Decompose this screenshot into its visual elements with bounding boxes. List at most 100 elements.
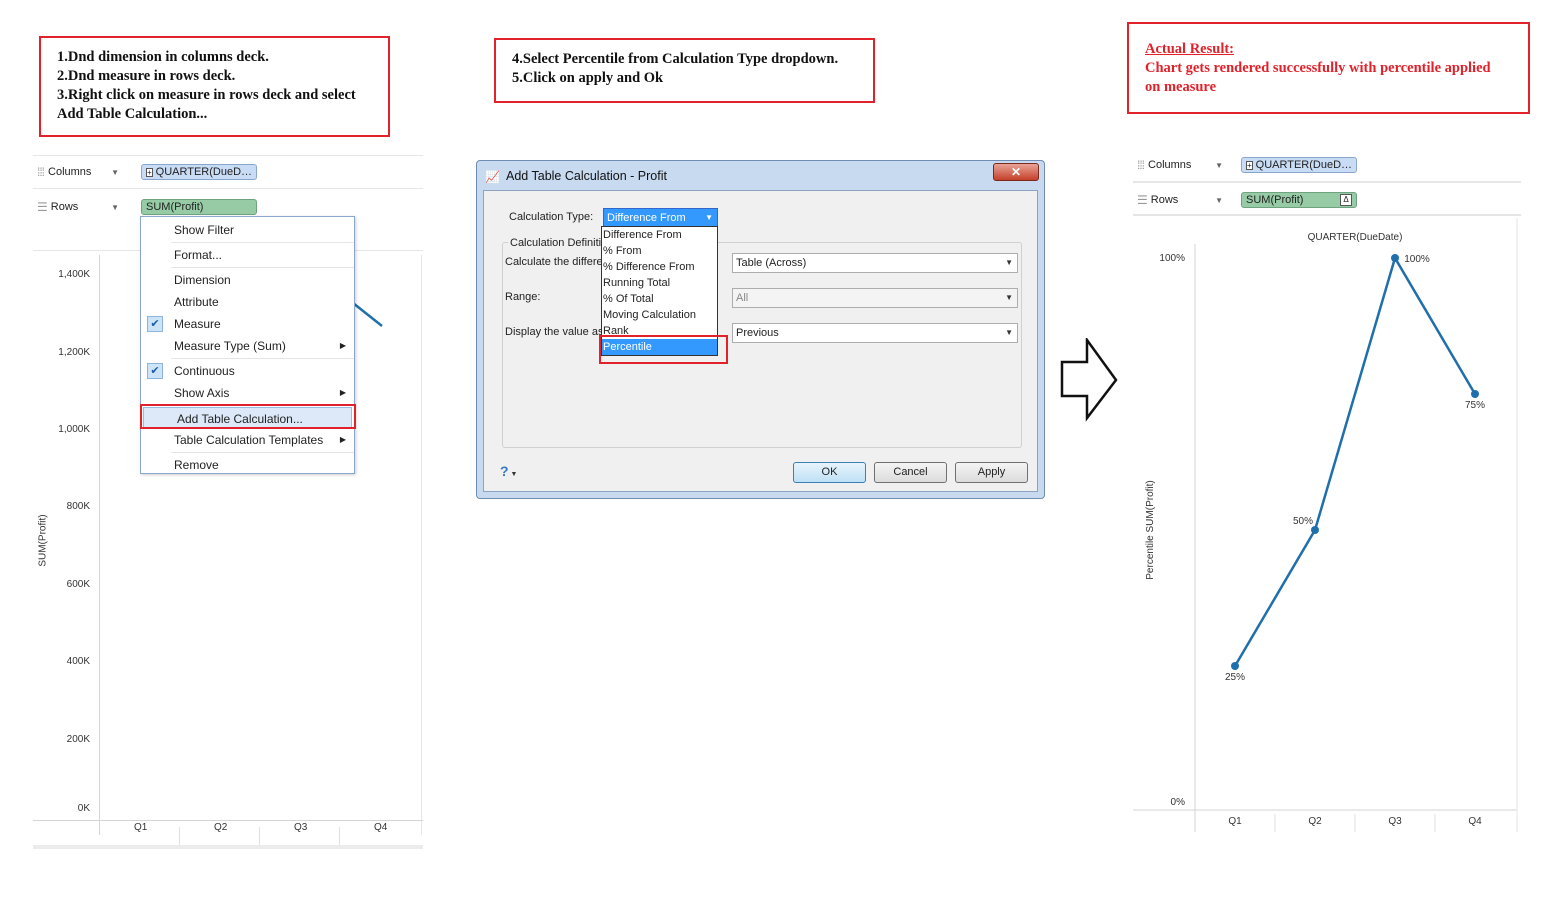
y-axis-tick: 400K [66,656,90,667]
note-line: Add Table Calculation... [57,106,208,122]
rows-pill-sum-profit[interactable]: SUM(Profit) Δ [1241,192,1357,208]
add-table-calculation-dialog: 📈 Add Table Calculation - Profit ✕ Calcu… [476,160,1045,499]
columns-pill-quarter[interactable]: + QUARTER(DueD… [141,164,257,180]
rows-grip-icon: ☰ [37,200,48,214]
x-axis-tick: Q1 [1228,816,1242,827]
cancel-button[interactable]: Cancel [874,462,947,483]
chevron-down-icon: ▼ [705,213,713,222]
expand-icon[interactable]: + [146,167,153,177]
x-axis-tick: Q3 [294,822,308,833]
x-axis-tick: Q2 [214,822,228,833]
highlight-percentile-option [599,335,728,364]
rows-shelf-label[interactable]: ☰ Rows ▼ [1133,187,1229,213]
columns-grip-icon: ⁞⁞⁞ [1137,158,1145,172]
menu-item-remove[interactable]: Remove [141,454,354,476]
display-value-dropdown[interactable]: Previous ▼ [732,323,1018,343]
chart-title: QUARTER(DueDate) [1308,232,1403,243]
menu-item-measure[interactable]: ✔ Measure [141,313,354,335]
menu-item-show-axis[interactable]: Show Axis ▶ [141,382,354,404]
check-icon: ✔ [147,316,163,332]
apply-button[interactable]: Apply [955,462,1028,483]
context-menu: Show Filter Format... Dimension Attribute ✔ M… [140,216,355,474]
chevron-right-icon: ▶ [339,341,346,350]
menu-item-measure-type-sum[interactable]: Measure Type (Sum) ▶ [141,335,354,357]
data-label: 50% [1293,516,1313,527]
menu-item-dimension[interactable]: Dimension [141,269,354,291]
help-button[interactable]: ? ▼ [500,463,517,479]
rows-pill-sum-profit[interactable]: SUM(Profit) [141,199,257,215]
chevron-down-icon[interactable]: ▼ [1215,161,1223,170]
calc-type-option[interactable]: % From [602,243,717,259]
ok-button[interactable]: OK [793,462,866,483]
menu-item-continuous[interactable]: ✔ Continuous [141,360,354,382]
expand-icon[interactable]: + [1246,160,1253,170]
note-line: 4.Select Percentile from Calculation Typ… [512,51,839,67]
check-icon: ✔ [147,363,163,379]
columns-shelf-label[interactable]: ⁞⁞⁞ Columns ▼ [33,159,125,185]
columns-pill-quarter[interactable]: + QUARTER(DueD… [1241,157,1357,173]
highlight-add-table-calculation [140,404,356,429]
data-label: 25% [1225,672,1245,683]
chevron-down-icon[interactable]: ▼ [111,203,119,212]
dialog-body: Calculation Type: Difference From ▼ Calcu… [483,190,1038,492]
note-line: 5.Click on apply and Ok [512,70,664,86]
x-axis-tick: Q1 [134,822,148,833]
menu-separator [171,452,354,453]
chevron-down-icon: ▼ [508,471,518,478]
actual-result-line: on measure [1145,79,1217,95]
calc-type-option[interactable]: Running Total [602,275,717,291]
y-axis-title: SUM(Profit) [37,514,49,567]
instruction-note-steps-1-3: 1.Dnd dimension in columns deck. 2.Dnd m… [39,36,390,137]
data-point [1311,526,1319,534]
menu-item-attribute[interactable]: Attribute [141,291,354,313]
columns-shelf: ⁞⁞⁞ Columns ▼ + QUARTER(DueD… [1133,152,1521,178]
actual-result-note: Actual Result: Chart gets rendered succe… [1127,22,1530,114]
actual-result-title: Actual Result: [1145,41,1235,57]
chevron-right-icon: ▶ [339,388,346,397]
x-axis-tick: Q4 [1468,816,1482,827]
menu-item-format[interactable]: Format... [141,244,354,266]
chevron-down-icon[interactable]: ▼ [1215,196,1223,205]
calculate-difference-dropdown[interactable]: Table (Across) ▼ [732,253,1018,273]
table-calc-icon: 📈 [485,170,500,184]
table-calc-delta-icon: Δ [1340,194,1352,206]
percentile-line-chart: QUARTER(DueDate) Percentile SUM(Profit) 10… [1133,218,1518,832]
menu-separator [171,267,354,268]
note-line: 2.Dnd measure in rows deck. [57,68,236,84]
menu-item-table-calculation-templates[interactable]: Table Calculation Templates ▶ [141,429,354,451]
dialog-close-button[interactable]: ✕ [993,163,1039,181]
y-axis-tick: 600K [66,579,90,590]
columns-shelf-label[interactable]: ⁞⁞⁞ Columns ▼ [1133,152,1229,178]
y-axis-tick: 1,000K [58,424,90,435]
x-axis-tick: Q2 [1308,816,1322,827]
menu-item-show-filter[interactable]: Show Filter [141,219,354,241]
data-point [1231,662,1239,670]
y-axis-tick: 0% [1171,797,1186,808]
data-point [1471,390,1479,398]
y-axis-tick: 800K [66,501,90,512]
y-axis-title: Percentile SUM(Profit) [1145,480,1156,579]
data-label: 100% [1404,254,1430,265]
calc-type-option[interactable]: Moving Calculation [602,307,717,323]
calculation-type-dropdown[interactable]: Difference From ▼ [603,208,718,228]
rows-shelf-label[interactable]: ☰ Rows ▼ [33,194,125,220]
note-line: 1.Dnd dimension in columns deck. [57,49,269,65]
right-arrow-icon [1060,338,1118,422]
range-dropdown[interactable]: All ▼ [732,288,1018,308]
menu-separator [171,242,354,243]
calc-type-option[interactable]: % Difference From [602,259,717,275]
menu-separator [171,358,354,359]
close-icon: ✕ [1010,165,1022,179]
chevron-down-icon: ▼ [1005,293,1013,302]
help-icon: ? [500,463,509,479]
columns-shelf: ⁞⁞⁞ Columns ▼ + QUARTER(DueD… [33,159,423,185]
series-line [1233,254,1477,667]
chevron-down-icon[interactable]: ▼ [111,168,119,177]
columns-grip-icon: ⁞⁞⁞ [37,165,45,179]
rows-shelf: ☰ Rows ▼ SUM(Profit) Δ [1133,187,1521,213]
calc-type-option[interactable]: % Of Total [602,291,717,307]
y-axis-tick: 0K [77,803,90,814]
chevron-down-icon: ▼ [1005,258,1013,267]
y-axis-tick: 100% [1159,253,1185,264]
calc-type-option[interactable]: Difference From [602,227,717,243]
